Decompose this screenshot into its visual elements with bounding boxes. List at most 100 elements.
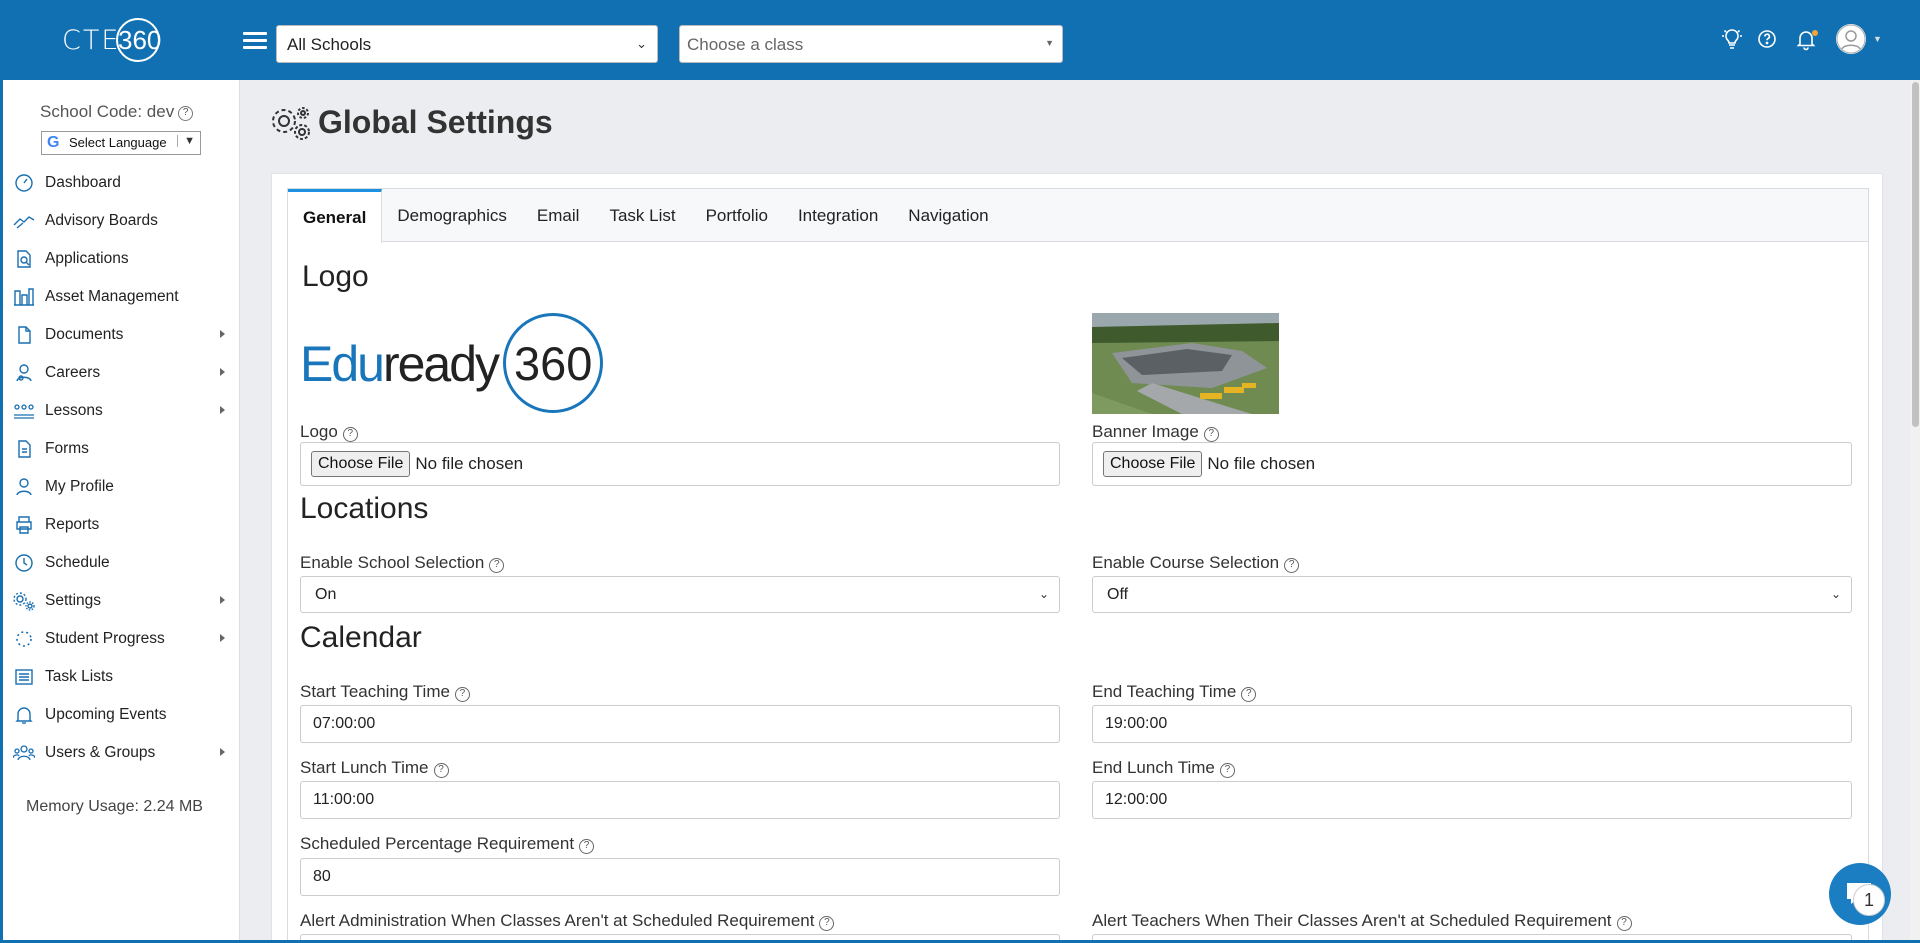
help-icon[interactable]: ?: [1616, 916, 1632, 931]
scrollbar-thumb[interactable]: [1912, 82, 1919, 427]
start-teaching-label-text: Start Teaching Time: [300, 682, 450, 701]
school-selection-label: Enable School Selection?: [300, 553, 505, 573]
sidebar-item-task-lists[interactable]: Task Lists: [12, 658, 234, 696]
help-icon[interactable]: ?: [454, 687, 470, 702]
settings-tabs: General Demographics Email Task List Por…: [288, 189, 1868, 243]
help-icon[interactable]: ?: [1203, 427, 1219, 442]
tab-email[interactable]: Email: [522, 189, 595, 242]
logo-number: 360: [514, 337, 593, 390]
help-icon[interactable]: ?: [433, 763, 449, 778]
avatar-caret-icon[interactable]: ▼: [1873, 34, 1882, 44]
sidebar-item-label: Schedule: [45, 554, 110, 571]
gears-icon: [12, 591, 35, 611]
end-teaching-input[interactable]: 19:00:00: [1092, 705, 1852, 743]
sidebar-item-label: Dashboard: [45, 174, 121, 191]
banner-label-text: Banner Image: [1092, 422, 1199, 441]
class-select[interactable]: Choose a class ▼: [679, 25, 1063, 63]
avatar[interactable]: [1836, 24, 1866, 54]
sidebar-item-label: Documents: [45, 326, 124, 343]
lightbulb-icon[interactable]: [1720, 27, 1744, 51]
tab-general[interactable]: General: [288, 189, 383, 243]
school-code-text: School Code: dev: [40, 102, 175, 121]
notification-dot: [1812, 30, 1818, 36]
school-select[interactable]: All Schools ⌄: [276, 25, 658, 63]
sidebar-item-label: Forms: [45, 440, 89, 457]
user-icon: [12, 477, 35, 497]
logo-brand-word: ready: [382, 336, 500, 392]
logo-field-label: Logo?: [300, 422, 358, 442]
language-select-label: Select Language: [69, 135, 167, 150]
sidebar-item-settings[interactable]: Settings: [12, 582, 234, 620]
top-navbar: CTE 360 All Schools ⌄ Choose a class ▼ ▼: [0, 0, 1920, 80]
help-icon[interactable]: ?: [1241, 687, 1257, 702]
start-teaching-label: Start Teaching Time?: [300, 682, 470, 702]
help-icon[interactable]: [1755, 27, 1779, 51]
help-icon[interactable]: ?: [579, 839, 595, 854]
help-icon[interactable]: ?: [178, 106, 194, 121]
help-icon[interactable]: ?: [819, 916, 835, 931]
sidebar-item-reports[interactable]: Reports: [12, 506, 234, 544]
tab-task-list[interactable]: Task List: [594, 189, 690, 242]
sidebar-item-asset-management[interactable]: Asset Management: [12, 278, 234, 316]
start-lunch-label: Start Lunch Time?: [300, 758, 449, 778]
asset-icon: [12, 287, 35, 307]
sidebar-item-my-profile[interactable]: My Profile: [12, 468, 234, 506]
alert-admin-label: Alert Administration When Classes Aren't…: [300, 911, 835, 931]
alert-teachers-label-text: Alert Teachers When Their Classes Aren't…: [1092, 911, 1612, 930]
sidebar-item-forms[interactable]: Forms: [12, 430, 234, 468]
progress-icon: [12, 629, 35, 649]
sidebar-item-label: Asset Management: [45, 288, 179, 305]
chevron-right-icon: [220, 330, 225, 338]
chevron-right-icon: [220, 368, 225, 376]
course-selection-select[interactable]: Off ⌄: [1092, 576, 1852, 613]
school-selection-select[interactable]: On ⌄: [300, 576, 1060, 613]
chevron-right-icon: [220, 748, 225, 756]
sidebar-item-dashboard[interactable]: Dashboard: [12, 164, 234, 202]
logo-section-title: Logo: [302, 260, 369, 293]
start-teaching-input[interactable]: 07:00:00: [300, 705, 1060, 743]
logo-choose-file-button[interactable]: Choose File: [311, 451, 411, 477]
calendar-section-title: Calendar: [300, 621, 422, 654]
end-teaching-label: End Teaching Time?: [1092, 682, 1257, 702]
logo-file-input[interactable]: Choose File No file chosen: [300, 442, 1060, 486]
banner-file-input[interactable]: Choose File No file chosen: [1092, 442, 1852, 486]
alert-teachers-label: Alert Teachers When Their Classes Aren't…: [1092, 911, 1632, 931]
help-icon[interactable]: ?: [1284, 558, 1300, 573]
scheduled-percentage-input[interactable]: 80: [300, 858, 1060, 896]
class-select-placeholder: Choose a class: [687, 35, 804, 54]
sidebar-item-careers[interactable]: Careers: [12, 354, 234, 392]
sidebar-item-users-groups[interactable]: Users & Groups: [12, 734, 234, 772]
settings-card: General Demographics Email Task List Por…: [271, 173, 1883, 943]
start-lunch-input[interactable]: 11:00:00: [300, 781, 1060, 819]
brand-logo[interactable]: CTE 360: [62, 18, 178, 62]
main-content: Global Settings General Demographics Ema…: [240, 80, 1910, 943]
banner-field-label: Banner Image?: [1092, 422, 1219, 442]
sidebar-item-schedule[interactable]: Schedule: [12, 544, 234, 582]
sidebar-item-lessons[interactable]: Lessons: [12, 392, 234, 430]
google-icon: G: [47, 134, 60, 151]
tab-portfolio[interactable]: Portfolio: [691, 189, 783, 242]
sidebar-item-label: Careers: [45, 364, 101, 381]
sidebar-item-student-progress[interactable]: Student Progress: [12, 620, 234, 658]
language-select[interactable]: G Select Language ▼: [41, 131, 201, 155]
logo-wordmark: Eduready: [300, 335, 500, 393]
banner-choose-file-button[interactable]: Choose File: [1103, 451, 1203, 477]
sidebar-item-label: Users & Groups: [45, 744, 156, 761]
users-icon: [12, 743, 35, 763]
career-icon: [12, 363, 35, 383]
sidebar-item-advisory-boards[interactable]: Advisory Boards: [12, 202, 234, 240]
menu-toggle-icon[interactable]: [243, 32, 267, 50]
tab-demographics[interactable]: Demographics: [382, 189, 522, 242]
tab-integration[interactable]: Integration: [783, 189, 893, 242]
page-title: Global Settings: [270, 104, 553, 141]
printer-icon: [12, 515, 35, 535]
sidebar-item-documents[interactable]: Documents: [12, 316, 234, 354]
help-icon[interactable]: ?: [342, 427, 358, 442]
end-lunch-input[interactable]: 12:00:00: [1092, 781, 1852, 819]
sidebar-item-applications[interactable]: Applications: [12, 240, 234, 278]
help-icon[interactable]: ?: [1219, 763, 1235, 778]
help-icon[interactable]: ?: [489, 558, 505, 573]
tab-navigation[interactable]: Navigation: [893, 189, 1003, 242]
list-icon: [12, 667, 35, 687]
sidebar-item-upcoming-events[interactable]: Upcoming Events: [12, 696, 234, 734]
